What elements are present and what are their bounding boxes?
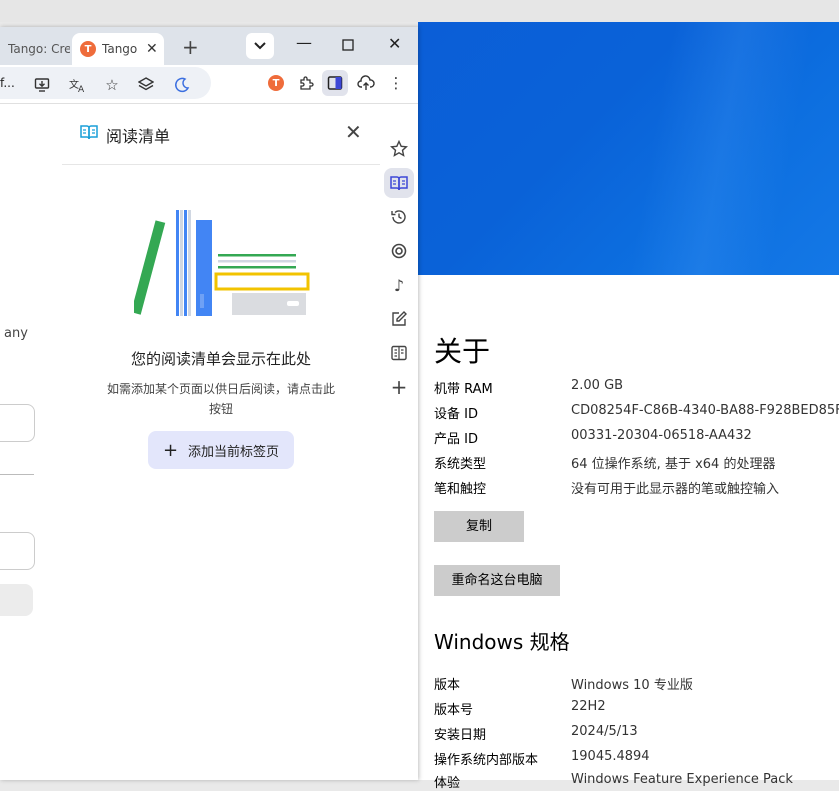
tab-label: Tango (102, 42, 138, 56)
search-lens-icon[interactable] (384, 236, 414, 266)
winspec-label-experience: 体验 (434, 776, 461, 791)
spec-label-device-id: 设备 ID (434, 407, 478, 422)
tango-logo-icon: T (80, 41, 96, 57)
translate-icon[interactable]: 文A (68, 75, 88, 95)
minimize-icon[interactable]: — (296, 33, 312, 52)
page-divider (0, 474, 34, 475)
plus-icon[interactable]: + (182, 35, 199, 59)
desktop-wallpaper (418, 22, 839, 275)
bookmark-star-icon[interactable]: ☆ (102, 75, 122, 95)
music-note-icon[interactable]: ♪ (384, 270, 414, 300)
spec-label-pen-touch: 笔和触控 (434, 482, 487, 497)
reading-mode-icon[interactable] (384, 338, 414, 368)
page-button[interactable] (0, 584, 33, 616)
omnibox-text: f... (0, 76, 15, 90)
empty-reading-list-illustration (134, 210, 310, 316)
winspec-value-edition: Windows 10 专业版 (571, 678, 693, 693)
panel-title: 阅读清单 (106, 127, 171, 146)
add-current-tab-button[interactable]: + 添加当前标签页 (148, 431, 294, 469)
history-icon[interactable] (384, 202, 414, 232)
omnibox[interactable]: f... 文A ☆ (0, 67, 211, 99)
bookmarks-star-icon[interactable] (384, 134, 414, 164)
winspec-label-version: 版本号 (434, 703, 474, 718)
open-book-icon (80, 124, 98, 144)
tab-close-icon[interactable]: ✕ (146, 41, 158, 57)
extensions-puzzle-icon[interactable] (296, 73, 316, 93)
spec-value-pen-touch: 没有可用于此显示器的笔或触控输入 (571, 482, 780, 497)
more-menu-icon[interactable]: ⋮ (386, 73, 406, 93)
tab-strip: Tango: Cre T Tango ✕ + — ✕ (0, 27, 418, 65)
plus-icon: + (162, 439, 179, 461)
tango-extension-icon[interactable]: T (266, 73, 286, 93)
rename-pc-button[interactable]: 重命名这台电脑 (434, 565, 560, 596)
windows-spec-heading: Windows 规格 (434, 630, 570, 654)
winspec-label-edition: 版本 (434, 678, 461, 693)
side-panel-icon[interactable] (322, 70, 348, 96)
winspec-label-install-date: 安装日期 (434, 728, 487, 743)
close-panel-icon[interactable]: ✕ (345, 120, 362, 144)
page-input-field-2[interactable] (0, 532, 35, 570)
close-icon[interactable]: ✕ (388, 34, 401, 53)
winspec-value-os-build: 19045.4894 (571, 749, 650, 764)
add-current-tab-label: 添加当前标签页 (188, 444, 280, 460)
tab-tango[interactable]: T Tango ✕ (72, 33, 164, 65)
edit-note-icon[interactable] (384, 304, 414, 334)
spec-label-product-id: 产品 ID (434, 432, 478, 447)
empty-state-description: 如需添加某个页面以供日后阅读，请点击此按钮 (106, 382, 335, 416)
page-input-field[interactable] (0, 404, 35, 442)
browser-toolbar: f... 文A ☆ T ⋮ (0, 65, 418, 104)
reading-list-panel: 阅读清单 ✕ 您的阅读清单会显示在此处 如需添加某个页面以供日后阅读，请点击此按… (62, 104, 380, 780)
tab-tango-create[interactable]: Tango: Cre (0, 33, 70, 65)
add-rail-item-icon[interactable]: + (384, 372, 414, 402)
chevron-down-icon[interactable] (246, 33, 274, 59)
copy-button[interactable]: 复制 (434, 511, 524, 542)
install-app-icon[interactable] (32, 75, 52, 95)
side-panel-rail: ♪ + (380, 104, 418, 780)
dark-mode-moon-icon[interactable] (172, 75, 192, 95)
spec-label-ram: 机带 RAM (434, 382, 493, 397)
winspec-label-os-build: 操作系统内部版本 (434, 753, 539, 768)
cloud-upload-icon[interactable] (356, 73, 376, 93)
spec-value-device-id: CD08254F-C86B-4340-BA88-F928BED85FE6 (571, 403, 839, 418)
browser-window: Tango: Cre T Tango ✕ + — ✕ f... 文A ☆ T ⋮… (0, 27, 418, 780)
svg-text:A: A (78, 85, 85, 93)
spec-value-system-type: 64 位操作系统, 基于 x64 的处理器 (571, 457, 776, 472)
spec-label-system-type: 系统类型 (434, 457, 487, 472)
winspec-value-install-date: 2024/5/13 (571, 724, 638, 739)
reading-list-icon[interactable] (384, 168, 414, 198)
spec-value-ram: 2.00 GB (571, 378, 624, 393)
about-heading: 关于 (434, 335, 491, 368)
web-page-content: any (0, 104, 63, 780)
tab-label: Tango: Cre (8, 42, 70, 56)
panel-header: 阅读清单 ✕ (62, 104, 380, 165)
winspec-value-version: 22H2 (571, 699, 606, 714)
page-partial-text: any (4, 326, 28, 341)
maximize-icon[interactable] (342, 36, 354, 55)
empty-state-title: 您的阅读清单会显示在此处 (130, 350, 311, 368)
top-strip (0, 0, 839, 22)
spec-value-product-id: 00331-20304-06518-AA432 (571, 428, 752, 443)
layers-extension-icon[interactable] (136, 75, 156, 95)
